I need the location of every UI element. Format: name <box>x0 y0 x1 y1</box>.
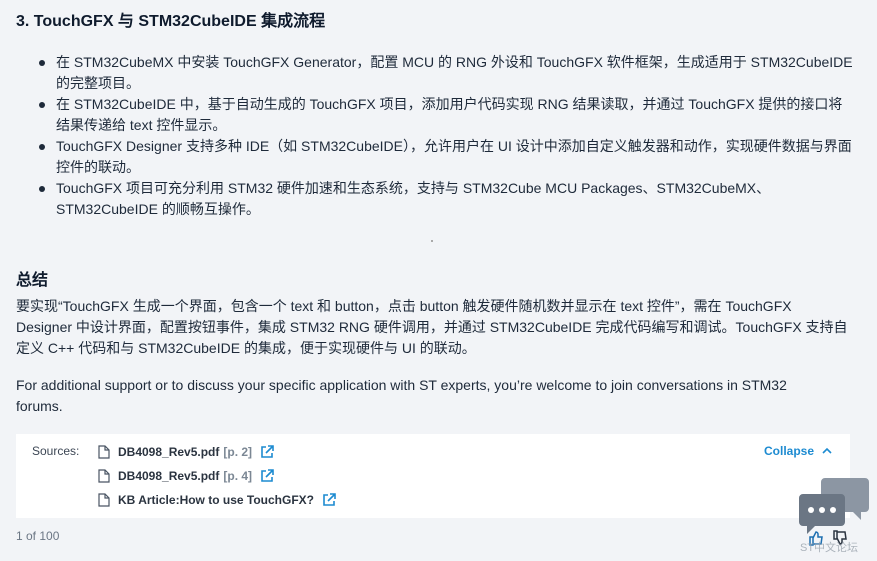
summary-text: 要实现“TouchGFX 生成一个界面，包含一个 text 和 button，点… <box>16 298 848 356</box>
external-link-icon[interactable] <box>260 445 274 459</box>
chevron-up-icon <box>822 447 832 454</box>
forum-watermark: ST中文论坛 <box>800 542 859 554</box>
collapse-label[interactable]: Collapse <box>764 444 814 458</box>
source-item[interactable]: DB4098_Rev5.pdf [p. 4] <box>98 467 274 485</box>
external-link-icon[interactable] <box>322 493 336 507</box>
separator-dot <box>431 240 433 242</box>
list-item: 在 STM32CubeIDE 中，基于自动生成的 TouchGFX 项目，添加用… <box>16 94 856 136</box>
collapse-button[interactable]: Collapse <box>764 444 832 458</box>
source-name[interactable]: DB4098_Rev5.pdf <box>118 445 219 459</box>
pager-text: 1 of 100 <box>16 529 60 543</box>
source-name[interactable]: DB4098_Rev5.pdf <box>118 469 219 483</box>
summary-title: 总结 <box>16 272 49 289</box>
sources-panel: Sources: DB4098_Rev5.pdf [p. 2] DB4098_R… <box>16 434 850 518</box>
document-icon <box>98 445 110 459</box>
source-page: [p. 4] <box>223 469 253 483</box>
source-item[interactable]: DB4098_Rev5.pdf [p. 2] <box>98 443 274 461</box>
document-icon <box>98 469 110 483</box>
integration-steps-list: 在 STM32CubeMX 中安装 TouchGFX Generator，配置 … <box>16 52 856 220</box>
list-item: 在 STM32CubeMX 中安装 TouchGFX Generator，配置 … <box>16 52 856 94</box>
list-item: TouchGFX Designer 支持多种 IDE（如 STM32CubeID… <box>16 136 856 178</box>
sources-label: Sources: <box>32 444 80 458</box>
section-title: 3. TouchGFX 与 STM32CubeIDE 集成流程 <box>16 13 326 30</box>
source-item[interactable]: KB Article:How to use TouchGFX? <box>98 491 336 509</box>
source-name[interactable]: KB Article:How to use TouchGFX? <box>118 493 314 507</box>
chat-bubble-icon[interactable] <box>797 476 871 534</box>
document-icon <box>98 493 110 507</box>
support-text: For additional support or to discuss you… <box>16 377 787 414</box>
external-link-icon[interactable] <box>260 469 274 483</box>
list-item: TouchGFX 项目可充分利用 STM32 硬件加速和生态系统，支持与 STM… <box>16 178 856 220</box>
source-page: [p. 2] <box>223 445 253 459</box>
